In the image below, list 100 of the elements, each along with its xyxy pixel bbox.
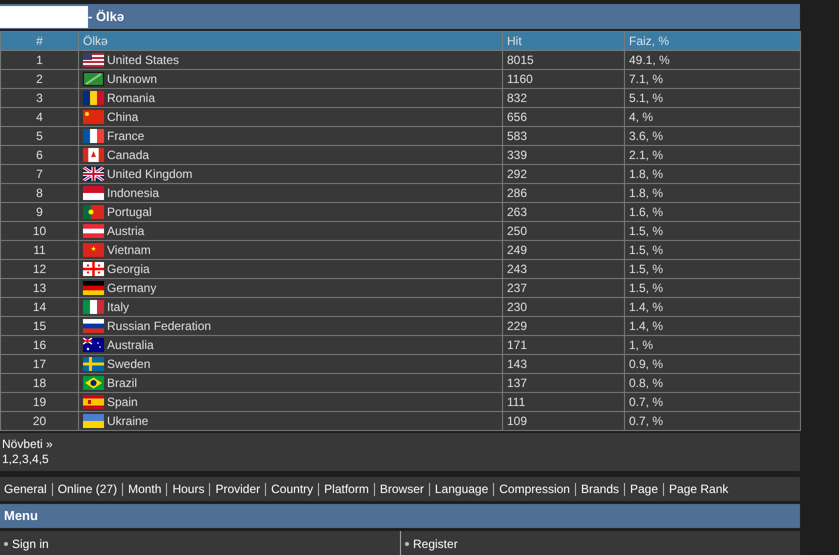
flag-icon [83, 167, 104, 181]
hit-cell: 339 [502, 146, 624, 164]
percent-cell: 1.5, % [624, 278, 800, 298]
rank-cell: 8 [0, 184, 78, 202]
menu-link[interactable]: Sign in [12, 534, 49, 552]
nav-link[interactable]: Month [128, 480, 162, 498]
rank-cell: 17 [0, 354, 78, 374]
percent-cell: 1.5, % [624, 222, 800, 240]
flag-icon [83, 91, 104, 105]
nav-link[interactable]: Browser [380, 480, 424, 498]
nav-link[interactable]: Brands [580, 480, 619, 498]
section-title: - Ölkə [88, 8, 124, 26]
nav-link[interactable]: Page Rank [669, 480, 728, 498]
flag-icon [83, 300, 104, 314]
hit-cell: 250 [502, 222, 624, 240]
country-name: Sweden [107, 356, 150, 373]
hit-cell: 243 [502, 260, 624, 278]
country-name: Indonesia [107, 185, 160, 202]
hit-cell: 229 [502, 316, 624, 336]
country-name: Romania [107, 90, 156, 107]
rank-cell: 4 [0, 108, 78, 126]
country-name: Spain [107, 394, 138, 411]
country-name: Unknown [107, 71, 158, 88]
country-name: United States [107, 52, 180, 69]
percent-cell: 1.5, % [624, 240, 800, 260]
nav-link[interactable]: Provider [215, 480, 260, 498]
nav-link[interactable]: Hours [172, 480, 204, 498]
percent-cell: 1.5, % [624, 260, 800, 278]
rank-cell: 9 [0, 202, 78, 222]
menu-title: Menu [4, 507, 38, 526]
flag-icon [83, 148, 104, 162]
country-name: Ukraine [107, 413, 148, 430]
column-header: Ölkə [78, 32, 502, 50]
country-name: China [107, 109, 138, 126]
flag-icon [83, 129, 104, 143]
percent-cell: 3.6, % [624, 126, 800, 146]
flag-icon [83, 319, 104, 333]
percent-cell: 1.4, % [624, 316, 800, 336]
nav-link[interactable]: Language [434, 480, 488, 498]
rank-cell: 19 [0, 392, 78, 412]
percent-cell: 1, % [624, 336, 800, 354]
country-name: Italy [107, 299, 130, 316]
bullet-icon [4, 542, 8, 546]
nav-link[interactable]: Platform [324, 480, 369, 498]
hit-cell: 137 [502, 374, 624, 392]
nav-link[interactable]: Country [271, 480, 314, 498]
rank-cell: 13 [0, 278, 78, 298]
flag-icon [83, 395, 104, 409]
next-link[interactable]: Növbeti » [2, 437, 798, 452]
flag-icon [83, 357, 104, 371]
flag-icon [83, 338, 104, 352]
percent-cell: 49.1, % [624, 50, 800, 70]
flag-icon [83, 376, 104, 390]
country-name: Vietnam [107, 242, 151, 259]
hit-cell: 8015 [502, 50, 624, 70]
country-name: Brazil [107, 375, 138, 392]
country-name: Georgia [107, 261, 150, 278]
country-name: France [107, 128, 144, 145]
percent-cell: 1.8, % [624, 184, 800, 202]
hit-cell: 1160 [502, 70, 624, 88]
country-name: Canada [107, 147, 150, 164]
country-name: Germany [107, 280, 156, 297]
percent-cell: 0.8, % [624, 374, 800, 392]
nav-link[interactable]: Online (27) [58, 480, 118, 498]
hit-cell: 171 [502, 336, 624, 354]
hit-cell: 656 [502, 108, 624, 126]
page-links[interactable]: 1,2,3,4,5 [2, 452, 798, 467]
nav-link[interactable]: General [4, 480, 47, 498]
menu-link[interactable]: Register [413, 534, 458, 552]
hit-cell: 249 [502, 240, 624, 260]
percent-cell: 1.8, % [624, 164, 800, 184]
rank-cell: 7 [0, 164, 78, 184]
hit-cell: 111 [502, 392, 624, 412]
hit-cell: 263 [502, 202, 624, 222]
percent-cell: 5.1, % [624, 88, 800, 108]
percent-cell: 0.7, % [624, 412, 800, 430]
hit-cell: 237 [502, 278, 624, 298]
flag-icon [83, 53, 104, 67]
country-name: Australia [107, 337, 154, 354]
percent-cell: 1.6, % [624, 202, 800, 222]
flag-icon [83, 281, 104, 295]
hit-cell: 292 [502, 164, 624, 184]
country-name: Austria [107, 223, 144, 240]
hit-cell: 832 [502, 88, 624, 108]
rank-cell: 12 [0, 260, 78, 278]
rank-cell: 10 [0, 222, 78, 240]
percent-cell: 7.1, % [624, 70, 800, 88]
percent-cell: 0.9, % [624, 354, 800, 374]
flag-icon [83, 243, 104, 257]
rank-cell: 3 [0, 88, 78, 108]
country-name: Russian Federation [107, 318, 212, 335]
country-name: Portugal [107, 204, 152, 221]
column-header: Hit [502, 32, 624, 50]
rank-cell: 15 [0, 316, 78, 336]
flag-icon [83, 262, 104, 276]
nav-link[interactable]: Page [630, 480, 658, 498]
nav-link[interactable]: Compression [499, 480, 570, 498]
hit-cell: 109 [502, 412, 624, 430]
rank-cell: 5 [0, 126, 78, 146]
flag-icon [83, 414, 104, 428]
